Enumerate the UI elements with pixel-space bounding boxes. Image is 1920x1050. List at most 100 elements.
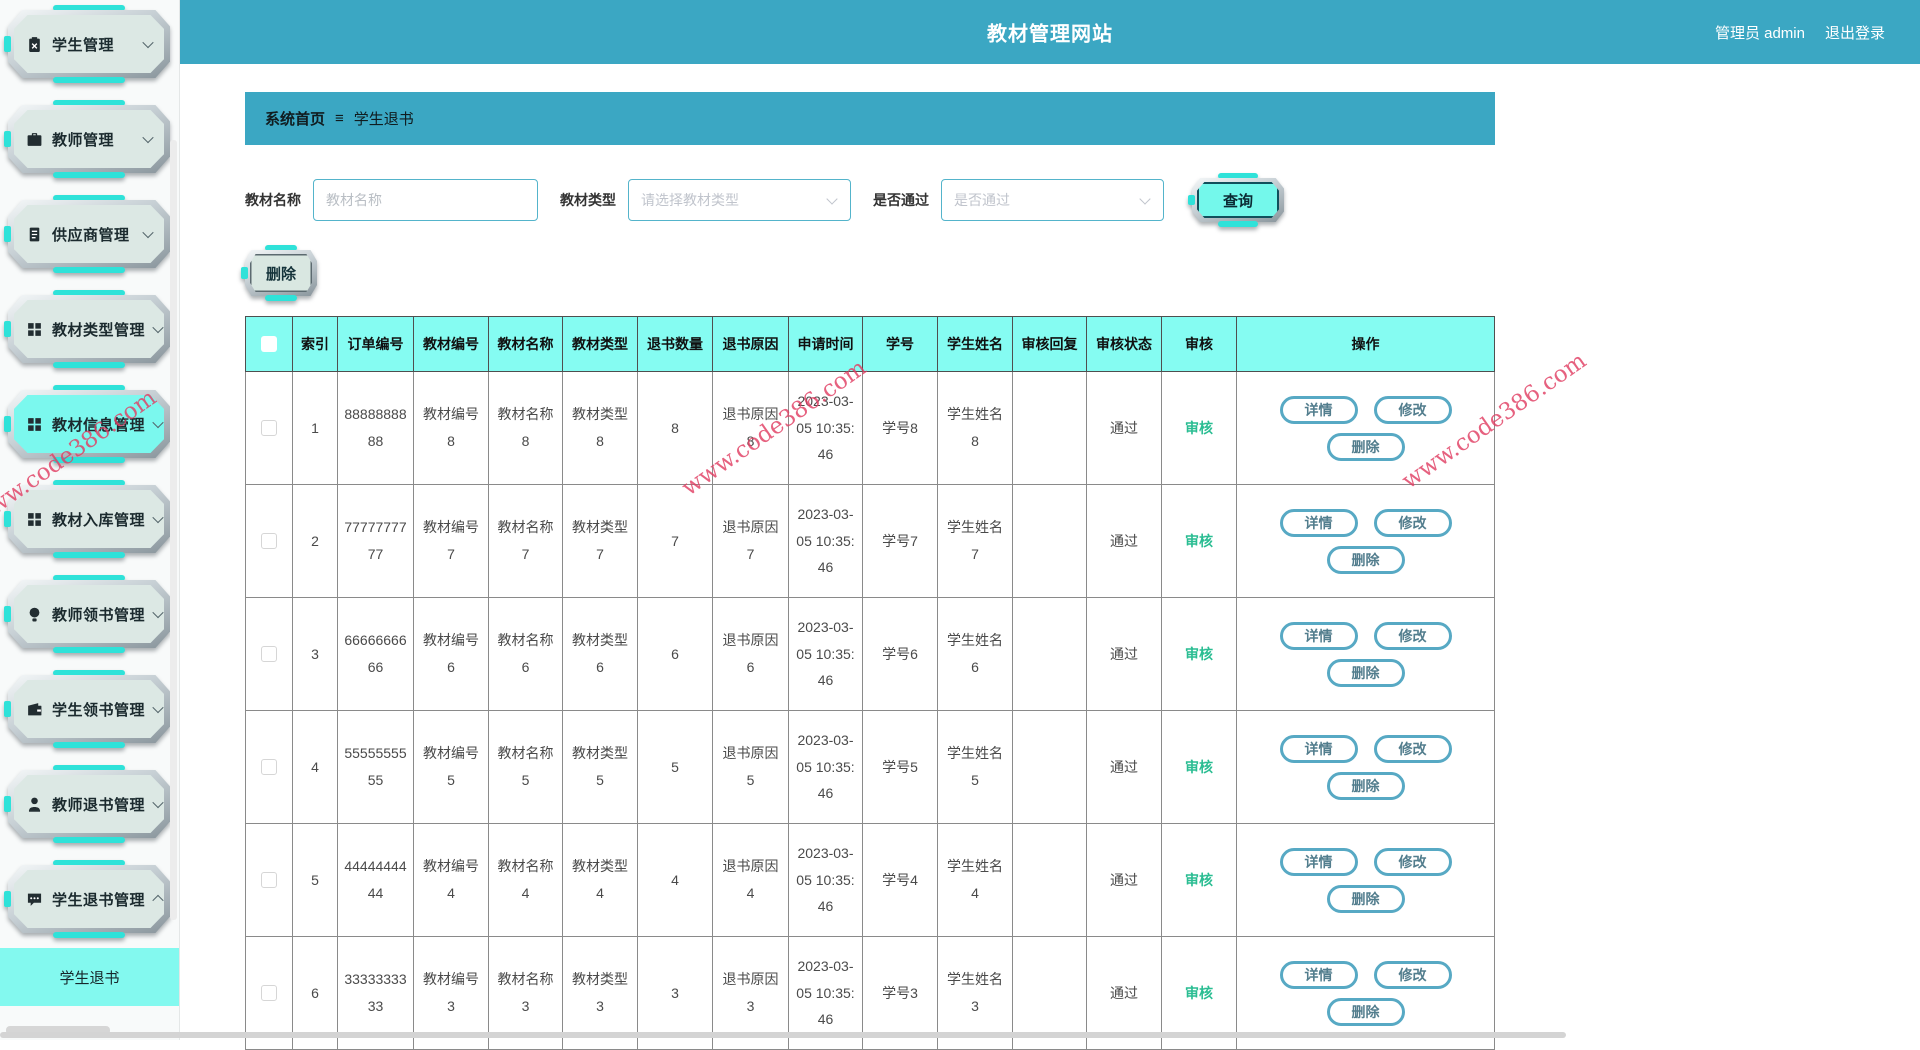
cell-review: 审核 (1162, 598, 1237, 711)
breadcrumb: 系统首页 ≡ 学生退书 (245, 92, 1495, 145)
edit-button[interactable]: 修改 (1374, 509, 1452, 537)
detail-button[interactable]: 详情 (1280, 509, 1358, 537)
cell-book_no: 教材编号4 (414, 824, 489, 937)
review-link[interactable]: 审核 (1185, 646, 1213, 662)
sidebar-item-material-inbound-mgmt[interactable]: 教材入库管理 (8, 485, 170, 553)
chevron-down-icon (142, 227, 153, 238)
return-book-table: 索引订单编号教材编号教材名称教材类型退书数量退书原因申请时间学号学生姓名审核回复… (245, 316, 1495, 1050)
column-header: 学生姓名 (938, 317, 1013, 372)
column-header: 学号 (863, 317, 938, 372)
cell-book_no: 教材编号8 (414, 372, 489, 485)
cell-student_no: 学号8 (863, 372, 938, 485)
column-header: 退书原因 (713, 317, 789, 372)
checkbox-cell (246, 372, 293, 485)
delete-button[interactable]: 删除 (1327, 433, 1405, 461)
column-header: 审核回复 (1013, 317, 1087, 372)
delete-button[interactable]: 删除 (1327, 659, 1405, 687)
sidebar-vertical-scrollbar[interactable] (170, 140, 177, 920)
select-all-checkbox[interactable] (261, 336, 277, 352)
sidebar-item-student-pickup-mgmt[interactable]: 学生领书管理 (8, 675, 170, 743)
review-link[interactable]: 审核 (1185, 420, 1213, 436)
chevron-down-icon (152, 512, 163, 523)
cell-reply (1013, 598, 1087, 711)
delete-button[interactable]: 删除 (1327, 772, 1405, 800)
sidebar: 学生管理教师管理供应商管理教材类型管理教材信息管理教材入库管理教师领书管理学生领… (0, 0, 180, 1040)
detail-button[interactable]: 详情 (1280, 622, 1358, 650)
cell-actions: 详情修改删除 (1237, 485, 1495, 598)
edit-button[interactable]: 修改 (1374, 396, 1452, 424)
cell-book_type: 教材类型4 (563, 824, 638, 937)
page-horizontal-scrollbar[interactable] (0, 1032, 1566, 1038)
column-header: 教材名称 (489, 317, 563, 372)
detail-button[interactable]: 详情 (1280, 735, 1358, 763)
search-button[interactable]: 查询 (1192, 178, 1284, 222)
cell-status: 通过 (1087, 711, 1162, 824)
detail-button[interactable]: 详情 (1280, 961, 1358, 989)
cell-reply (1013, 711, 1087, 824)
edit-button[interactable]: 修改 (1374, 622, 1452, 650)
row-checkbox[interactable] (261, 872, 277, 888)
row-checkbox[interactable] (261, 985, 277, 1001)
filter-pass-label: 是否通过 (873, 190, 929, 210)
sidebar-item-supplier-mgmt[interactable]: 供应商管理 (8, 200, 170, 268)
sidebar-item-student-return-mgmt[interactable]: 学生退书管理 (8, 865, 170, 933)
detail-button[interactable]: 详情 (1280, 396, 1358, 424)
sidebar-item-teacher-mgmt[interactable]: 教师管理 (8, 105, 170, 173)
logout-link[interactable]: 退出登录 (1825, 22, 1885, 43)
sidebar-item-teacher-return-mgmt[interactable]: 教师退书管理 (8, 770, 170, 838)
material-type-select[interactable]: 请选择教材类型 (628, 179, 851, 221)
cell-status: 通过 (1087, 485, 1162, 598)
row-checkbox[interactable] (261, 420, 277, 436)
breadcrumb-home[interactable]: 系统首页 (265, 108, 325, 129)
checkbox-cell (246, 824, 293, 937)
cell-book_no: 教材编号7 (414, 485, 489, 598)
review-link[interactable]: 审核 (1185, 533, 1213, 549)
chat-icon (26, 891, 43, 908)
chevron-down-icon (142, 132, 153, 143)
delete-button[interactable]: 删除 (1327, 998, 1405, 1026)
cell-qty: 4 (638, 824, 713, 937)
delete-button[interactable]: 删除 (1327, 546, 1405, 574)
cell-reply (1013, 824, 1087, 937)
row-checkbox[interactable] (261, 533, 277, 549)
pass-status-select-placeholder: 是否通过 (954, 190, 1010, 210)
cell-status: 通过 (1087, 824, 1162, 937)
pass-status-select[interactable]: 是否通过 (941, 179, 1164, 221)
cell-reply (1013, 372, 1087, 485)
review-link[interactable]: 审核 (1185, 759, 1213, 775)
checkbox-cell (246, 485, 293, 598)
row-checkbox[interactable] (261, 759, 277, 775)
sidebar-item-student-mgmt[interactable]: 学生管理 (8, 10, 170, 78)
cell-book_name: 教材名称7 (489, 485, 563, 598)
cell-order_no: 8888888888 (338, 372, 414, 485)
edit-button[interactable]: 修改 (1374, 848, 1452, 876)
edit-button[interactable]: 修改 (1374, 961, 1452, 989)
cell-review: 审核 (1162, 485, 1237, 598)
column-header: 退书数量 (638, 317, 713, 372)
filter-type-label: 教材类型 (560, 190, 616, 210)
table-row: 27777777777教材编号7教材名称7教材类型77退书原因72023-03-… (246, 485, 1495, 598)
column-header: 索引 (293, 317, 338, 372)
cell-review: 审核 (1162, 824, 1237, 937)
bulk-delete-button[interactable]: 删除 (245, 250, 317, 296)
cell-apply_time: 2023-03-05 10:35:46 (789, 598, 863, 711)
column-header: 教材编号 (414, 317, 489, 372)
cell-order_no: 7777777777 (338, 485, 414, 598)
sidebar-item-material-type-mgmt[interactable]: 教材类型管理 (8, 295, 170, 363)
sidebar-subitem-student-return[interactable]: 学生退书 (0, 948, 179, 1006)
cell-index: 1 (293, 372, 338, 485)
cell-reason: 退书原因8 (713, 372, 789, 485)
review-link[interactable]: 审核 (1185, 985, 1213, 1001)
sidebar-item-teacher-pickup-mgmt[interactable]: 教师领书管理 (8, 580, 170, 648)
material-name-input[interactable] (313, 179, 538, 221)
detail-button[interactable]: 详情 (1280, 848, 1358, 876)
main-area: 教材管理网站 管理员 admin 退出登录 系统首页 ≡ 学生退书 教材名称 教… (180, 0, 1920, 1040)
sidebar-items: 学生管理教师管理供应商管理教材类型管理教材信息管理教材入库管理教师领书管理学生领… (0, 0, 180, 960)
cell-book_name: 教材名称6 (489, 598, 563, 711)
row-checkbox[interactable] (261, 646, 277, 662)
sidebar-item-material-info-mgmt[interactable]: 教材信息管理 (8, 390, 170, 458)
review-link[interactable]: 审核 (1185, 872, 1213, 888)
cell-qty: 7 (638, 485, 713, 598)
delete-button[interactable]: 删除 (1327, 885, 1405, 913)
edit-button[interactable]: 修改 (1374, 735, 1452, 763)
